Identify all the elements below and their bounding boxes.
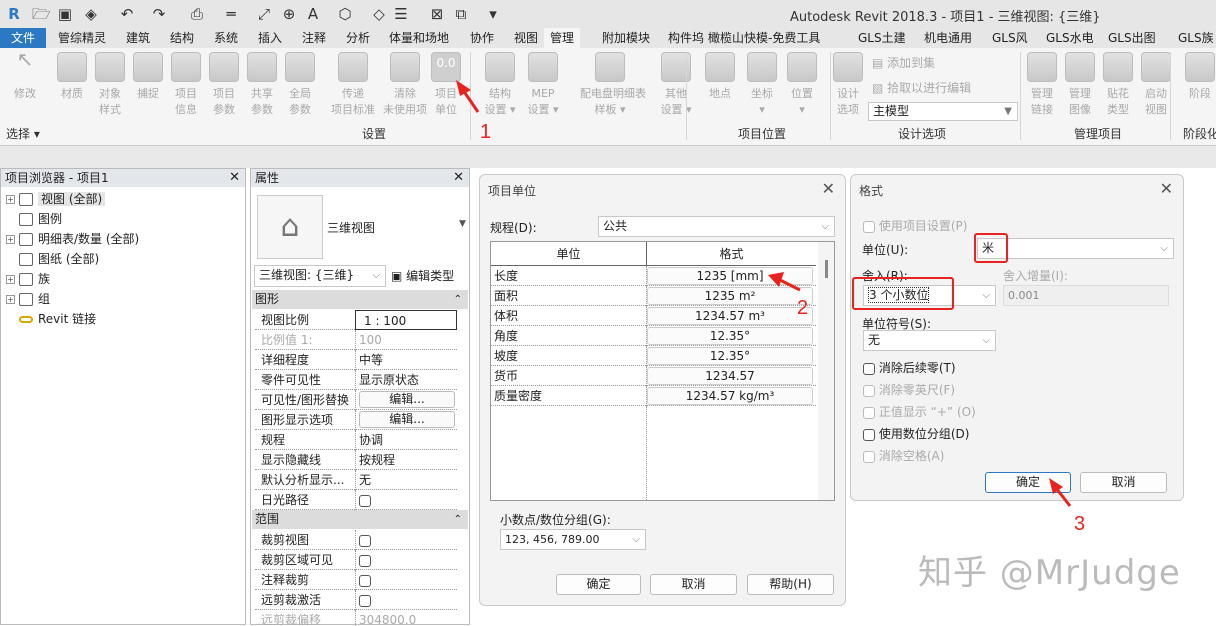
step-number-2: 2 [797,297,808,319]
highlight-box-rounding [852,277,954,310]
highlight-box-unit [974,233,1008,263]
arrow-icon [1049,478,1072,507]
arrow-icon [768,272,801,292]
step-number-3: 3 [1074,513,1085,535]
annotation-overlay: 1 2 3 [456,80,1085,535]
step-number-1: 1 [480,121,491,143]
arrow-icon [456,80,480,113]
